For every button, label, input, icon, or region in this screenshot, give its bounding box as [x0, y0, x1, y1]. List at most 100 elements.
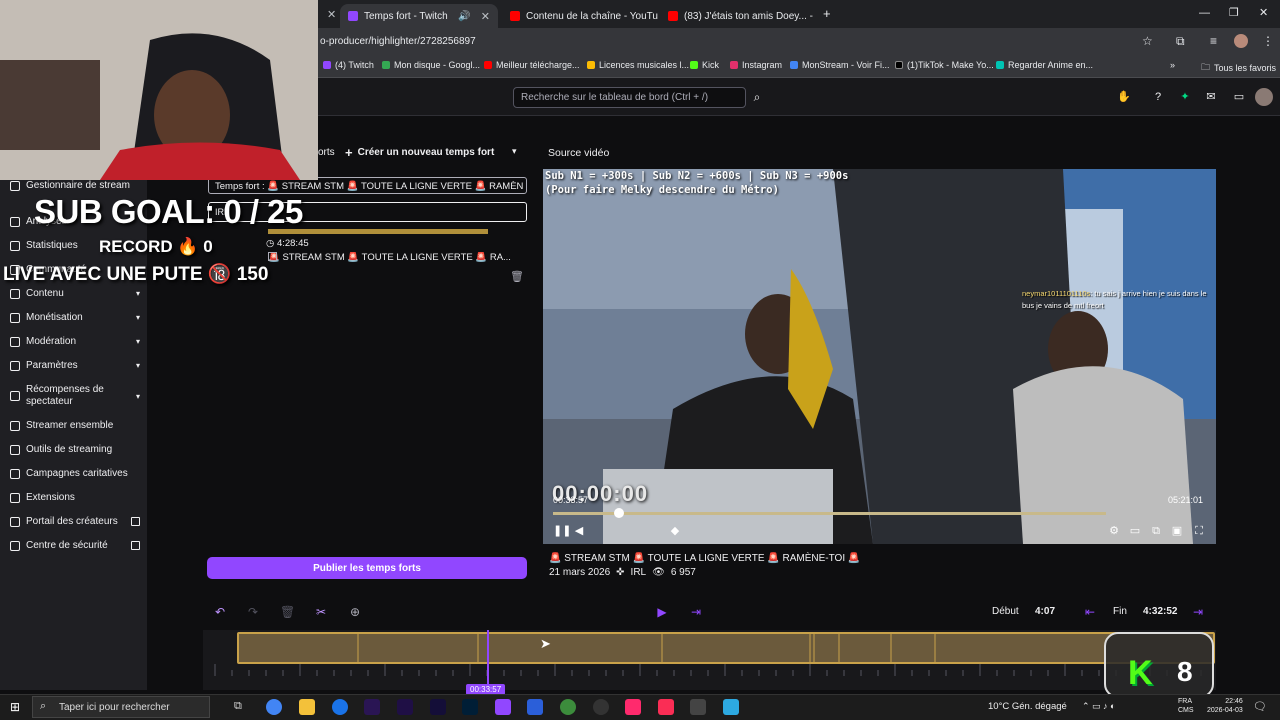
timeline-end-value[interactable]: 4:32:52 [1143, 606, 1177, 617]
taskbar-clock[interactable]: 22:46 2026-04-03 [1207, 697, 1243, 715]
twitch-app-icon[interactable] [495, 699, 511, 715]
sidebar-item-charity[interactable]: Campagnes caritatives [10, 468, 140, 479]
sidebar-item-monetization[interactable]: Monétisation ▾ [10, 312, 140, 323]
whispers-icon[interactable]: ▭ [1232, 90, 1246, 104]
inbox-icon[interactable]: ✉ [1204, 90, 1218, 104]
video-seek-handle[interactable] [614, 508, 624, 518]
set-end-icon[interactable]: ⇥ [1191, 605, 1205, 619]
taskbar-language[interactable]: FRA CMS [1178, 697, 1194, 715]
create-highlight-button[interactable]: + Créer un nouveau temps fort [345, 142, 494, 162]
sparkle-icon[interactable]: ✦ [1178, 90, 1192, 104]
content-icon [10, 288, 20, 299]
obs-icon[interactable] [593, 699, 609, 715]
play-icon[interactable]: ▶ [655, 605, 669, 619]
redo-icon[interactable]: ↷ [246, 605, 260, 619]
browser-menu-icon[interactable]: ⋮ [1262, 34, 1274, 48]
jump-to-end-icon[interactable]: ⇥ [689, 605, 703, 619]
close-tab-icon[interactable]: ✕ [481, 10, 490, 23]
chrome-icon[interactable] [266, 699, 282, 715]
media-encoder-icon[interactable] [430, 699, 446, 715]
photoshop-icon[interactable] [462, 699, 478, 715]
premiere-icon[interactable] [364, 699, 380, 715]
profile-avatar[interactable] [1234, 34, 1248, 48]
after-effects-icon[interactable] [397, 699, 413, 715]
all-favorites-folder[interactable]: 🗀 Tous les favoris [1201, 60, 1276, 76]
maximize-button[interactable]: ❐ [1229, 6, 1239, 19]
sidebar-item-extensions[interactable]: Extensions [10, 492, 140, 503]
shield-app-icon[interactable] [527, 699, 543, 715]
task-view-icon[interactable]: ⧉ [234, 700, 242, 713]
trash-icon[interactable]: 🗑 [280, 605, 295, 619]
bookmark-item[interactable]: Mon disque - Googl... [382, 60, 480, 70]
bookmark-item[interactable]: (1)TikTok - Make Yo... [895, 60, 994, 70]
help-icon[interactable]: ? [1151, 90, 1165, 104]
scissors-icon[interactable]: ✂ [314, 605, 328, 619]
publish-highlights-button[interactable]: Publier les temps forts [207, 557, 527, 579]
taskbar-search-input[interactable]: Taper ici pour rechercher [32, 696, 210, 718]
add-marker-icon[interactable]: ⊕ [348, 605, 362, 619]
undo-icon[interactable]: ↶ [213, 605, 227, 619]
set-start-icon[interactable]: ⇤ [1083, 605, 1097, 619]
file-explorer-icon[interactable] [299, 699, 315, 715]
taskbar-weather[interactable]: 10°C Gén. dégagé [988, 701, 1067, 712]
new-tab-button[interactable]: + [823, 6, 831, 21]
music-app-icon[interactable] [658, 699, 674, 715]
timeline-start-value[interactable]: 4:07 [1035, 606, 1055, 617]
highlights-tab[interactable]: orts [318, 147, 335, 158]
bookmark-item[interactable]: Kick [690, 60, 719, 70]
sidebar-item-settings[interactable]: Paramètres ▾ [10, 360, 140, 371]
dashboard-search-input[interactable]: Recherche sur le tableau de bord (Ctrl +… [513, 87, 746, 108]
notifications-icon[interactable]: 🗨 [1253, 700, 1267, 713]
user-avatar[interactable] [1255, 88, 1273, 106]
sidebar-item-moderation[interactable]: Modération ▾ [10, 336, 140, 347]
bookmark-item[interactable]: Licences musicales l... [587, 60, 689, 70]
windows-start-icon[interactable]: ⊞ [10, 700, 20, 714]
sidebar-item-streaming-tools[interactable]: Outils de streaming [10, 444, 140, 455]
tab-youtube-content[interactable]: Contenu de la chaîne - YouTub ✕ [502, 4, 658, 28]
media-controls-icon[interactable]: ≡ [1210, 34, 1217, 48]
bookmark-item[interactable]: Meilleur télécharge... [484, 60, 580, 70]
highlight-item-title[interactable]: 🚨 STREAM STM 🚨 TOUTE LA LIGNE VERTE 🚨 RA… [268, 252, 518, 263]
theater-mode-icon[interactable]: ▭ [1128, 525, 1142, 537]
chrome-profile-icon[interactable] [332, 699, 348, 715]
minimize-button[interactable]: — [1199, 7, 1210, 19]
close-tab-icon[interactable]: ✕ [327, 8, 336, 21]
bookmarks-overflow-icon[interactable]: » [1170, 60, 1175, 70]
speaker-icon[interactable]: 🔊 [458, 11, 470, 22]
close-window-button[interactable]: ✕ [1259, 6, 1268, 19]
timeline-playhead[interactable] [487, 630, 489, 690]
volume-icon[interactable]: ◀ [572, 525, 586, 537]
sidebar-item-stream-manager[interactable]: Gestionnaire de stream [10, 180, 140, 191]
sidebar-item-safety-center[interactable]: Centre de sécurité [10, 540, 140, 551]
sidebar-item-content[interactable]: Contenu ▾ [10, 288, 140, 299]
bookmark-item[interactable]: Regarder Anime en... [996, 60, 1093, 70]
pip-icon[interactable]: ▣ [1170, 525, 1184, 537]
bookmark-item[interactable]: (4) Twitch [323, 60, 374, 70]
tab-youtube-video[interactable]: (83) J'étais ton amis Doey... - Pu ✕ [660, 4, 816, 28]
sidebar-item-viewer-rewards[interactable]: Récompenses de spectateur ▾ [10, 384, 140, 408]
sidebar-item-creator-portal[interactable]: Portail des créateurs [10, 516, 140, 527]
hand-icon[interactable]: ✋ [1117, 90, 1131, 104]
bookmark-item[interactable]: Instagram [730, 60, 782, 70]
pause-icon[interactable]: ❚❚ [553, 525, 571, 537]
analytics-icon [10, 216, 20, 227]
sidebar-item-stream-together[interactable]: Streamer ensemble [10, 420, 140, 431]
app-icon[interactable] [690, 699, 706, 715]
system-tray-icons[interactable]: ⌃ ▭ ♪ ◐ [1082, 701, 1115, 712]
clip-icon[interactable]: ⧉ [1149, 525, 1163, 537]
trash-icon[interactable]: 🗑 [510, 270, 524, 283]
bookmark-star-icon[interactable]: ☆ [1142, 34, 1153, 48]
video-seek-bar[interactable] [553, 512, 1106, 515]
chevron-down-icon[interactable]: ▾ [512, 146, 517, 157]
tiktok-app-icon[interactable] [625, 699, 641, 715]
bookmark-item[interactable]: MonStream - Voir Fi... [790, 60, 890, 70]
extensions-icon[interactable]: ⧉ [1176, 34, 1185, 49]
search-icon[interactable]: ⌕ [748, 87, 766, 108]
gear-icon[interactable]: ⚙ [1107, 525, 1121, 537]
app-icon[interactable] [723, 699, 739, 715]
url-field[interactable]: o-producer/highlighter/2728256897 [320, 36, 476, 47]
fullscreen-icon[interactable]: ⛶ [1192, 525, 1206, 537]
checkbox-icon[interactable] [268, 252, 277, 261]
tab-twitch-highlighter[interactable]: Temps fort - Twitch 🔊 ✕ [340, 4, 498, 28]
app-icon[interactable] [560, 699, 576, 715]
